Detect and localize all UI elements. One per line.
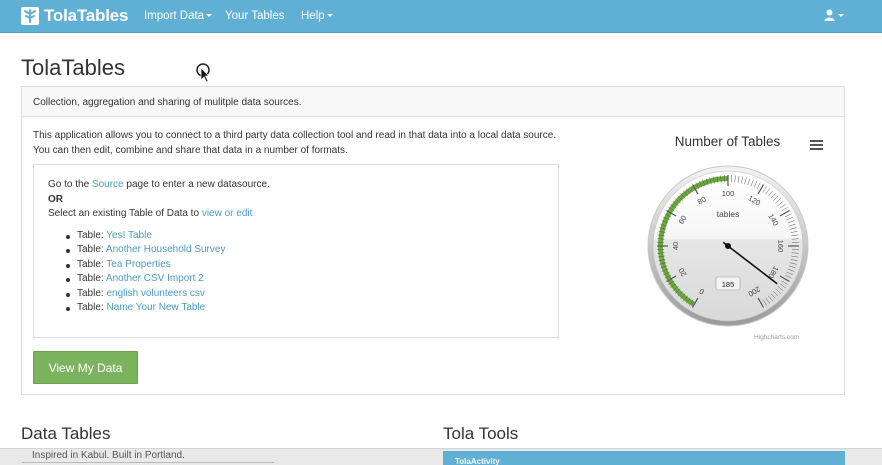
tolatables-logo-icon <box>21 7 39 25</box>
caret-down-icon <box>838 13 844 17</box>
footer-text: Inspired in Kabul. Built in Portland. <box>32 450 185 461</box>
tola-tools-heading: Tola Tools <box>443 424 519 443</box>
gauge-tick-label: 40 <box>671 242 680 250</box>
data-tables-heading: Data Tables <box>21 424 111 443</box>
user-icon <box>824 9 835 21</box>
highcharts-credit[interactable]: Highcharts.com <box>754 334 799 341</box>
brand-link[interactable]: TolaTables <box>21 6 128 26</box>
footer-divider <box>22 462 274 463</box>
table-prefix: Table: <box>77 287 107 299</box>
gauge-value-label: 185 <box>722 280 735 289</box>
table-link-english-volunteers-csv[interactable]: english volunteers csv <box>106 288 204 299</box>
brand-label: TolaTables <box>44 6 129 25</box>
list-item: Table: Name Your New Table <box>66 301 544 316</box>
table-link-name-your-new-table[interactable]: Name Your New Table <box>106 302 205 313</box>
top-navbar: TolaTables Import Data Your Tables Help <box>0 0 882 33</box>
table-prefix: Table: <box>77 229 107 241</box>
nav-help[interactable]: Help <box>301 10 333 22</box>
nav-your-tables[interactable]: Your Tables <box>225 10 284 22</box>
caret-down-icon <box>326 14 333 17</box>
nav-import-data-label: Import Data <box>144 10 205 22</box>
table-prefix: Table: <box>77 273 106 284</box>
or-label: OR <box>48 193 63 205</box>
nav-help-label: Help <box>301 10 325 22</box>
list-item: Table: Another CSV Import 2 <box>66 272 544 287</box>
table-link-yes-table[interactable]: Yes! Table <box>106 230 152 241</box>
gauge-tick-label: 100 <box>722 189 735 198</box>
caret-down-icon <box>206 14 213 17</box>
table-list: Table: Yes! Table Table: Another Househo… <box>48 229 544 316</box>
gauge-chart: Number of Tables 0 20 40 60 80 100 120 1… <box>620 127 835 347</box>
datasource-well: Go to the Source page to enter a new dat… <box>33 164 559 338</box>
table-prefix: Table: <box>77 244 106 255</box>
user-menu[interactable] <box>824 9 844 21</box>
table-prefix: Table: <box>77 302 107 313</box>
list-item: Table: Another Household Survey <box>66 243 544 258</box>
source-line: Go to the Source page to enter a new dat… <box>48 178 544 193</box>
existing-prefix: Select an existing Table of Data to <box>48 208 202 219</box>
gauge-pivot <box>725 243 731 249</box>
gauge-tick-label: 160 <box>776 240 785 253</box>
tola-activity-card[interactable]: TolaActivity <box>443 451 845 465</box>
table-link-another-csv-import-2[interactable]: Another CSV Import 2 <box>106 273 204 284</box>
nav-import-data[interactable]: Import Data <box>144 10 213 22</box>
view-my-data-button[interactable]: View My Data <box>33 351 138 384</box>
list-item: Table: Tea Properties <box>66 258 544 273</box>
nav-your-tables-label: Your Tables <box>225 10 285 22</box>
source-suffix: page to enter a new datasource. <box>123 179 270 190</box>
table-link-tea-properties[interactable]: Tea Properties <box>106 259 170 270</box>
view-or-edit-link[interactable]: view or edit <box>202 208 253 219</box>
mouse-cursor-icon <box>196 63 210 83</box>
gauge-unit-label: tables <box>717 209 740 219</box>
list-item: Table: english volunteers csv <box>66 287 544 302</box>
source-prefix: Go to the <box>48 179 92 190</box>
panel-heading: Collection, aggregation and sharing of m… <box>22 87 844 117</box>
source-link[interactable]: Source <box>92 179 124 190</box>
gauge-svg: 020406080100120140160180200 tables 185 <box>647 165 809 327</box>
tola-activity-label: TolaActivity <box>455 457 500 465</box>
table-link-another-household-survey[interactable]: Another Household Survey <box>106 244 226 255</box>
table-prefix: Table: <box>77 258 107 270</box>
list-item: Table: Yes! Table <box>66 229 544 244</box>
intro-panel: Collection, aggregation and sharing of m… <box>21 86 845 395</box>
existing-line: Select an existing Table of Data to view… <box>48 207 544 222</box>
page-title: TolaTables <box>21 55 125 80</box>
intro-text: This application allows you to connect t… <box>33 130 557 156</box>
